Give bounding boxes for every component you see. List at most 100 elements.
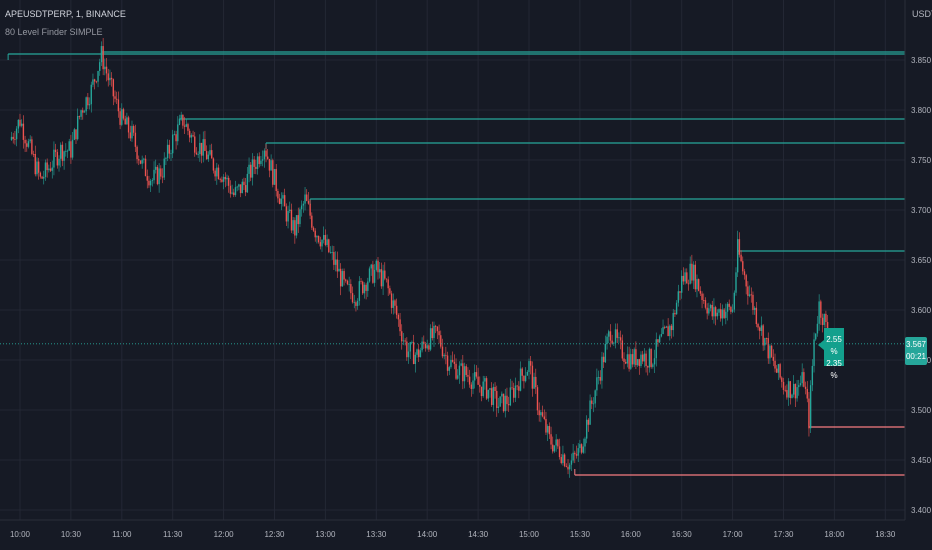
candle-body: [804, 386, 807, 389]
candle-body: [736, 239, 739, 273]
candle-body: [730, 306, 732, 312]
candle-body: [409, 342, 411, 352]
candle-body: [80, 110, 82, 117]
candle-body: [613, 342, 615, 344]
candle-body: [418, 349, 420, 358]
candle-body: [214, 170, 216, 177]
candle-body: [321, 239, 323, 247]
candle-body: [132, 126, 135, 133]
candle-body: [492, 386, 495, 405]
candle-body: [285, 206, 288, 222]
candle-body: [540, 412, 542, 416]
candle-body: [652, 364, 654, 367]
candle-body: [643, 353, 646, 362]
candle-body: [759, 327, 761, 331]
candle-body: [226, 177, 228, 180]
time-tick-label: 11:30: [163, 530, 183, 539]
candle-body: [535, 376, 537, 388]
candle-body: [314, 230, 316, 238]
candle-body: [92, 79, 94, 85]
candle-body: [499, 396, 501, 407]
candle-body: [699, 290, 702, 294]
candle-body: [608, 331, 610, 337]
candle-body: [273, 169, 276, 185]
candle-body: [811, 365, 814, 386]
candle-body: [638, 359, 640, 367]
candle-body: [716, 312, 719, 317]
candle-body: [399, 319, 401, 332]
candle-body: [679, 291, 681, 293]
candle-body: [665, 326, 668, 328]
candle-body: [295, 215, 298, 236]
candle-body: [43, 176, 45, 179]
candle-body: [591, 400, 593, 404]
candle-body: [523, 375, 525, 382]
candle-body: [460, 363, 462, 366]
candle-body: [653, 358, 656, 365]
candle-body: [346, 280, 349, 285]
candle-body: [41, 176, 43, 179]
candle-body: [674, 312, 676, 315]
candle-body: [743, 271, 746, 276]
current-price-value: 3.567: [905, 340, 927, 349]
candle-body: [170, 153, 172, 155]
candle-body: [211, 150, 213, 159]
candle-body: [129, 132, 131, 139]
symbol-title[interactable]: APEUSDTPERP, 1, BINANCE: [5, 9, 126, 19]
candle-body: [516, 385, 518, 387]
candle-body: [474, 372, 476, 381]
candle-body: [178, 118, 181, 125]
time-tick-label: 10:00: [10, 530, 31, 539]
candle-body: [672, 312, 674, 331]
candle-body: [536, 387, 539, 411]
candle-body: [365, 284, 367, 291]
price-chart[interactable]: 3.8503.8003.7503.7003.6503.6003.5503.500…: [0, 0, 932, 550]
candle-body: [221, 179, 223, 182]
candle-body: [531, 365, 534, 389]
candle-body: [601, 356, 603, 381]
candle-body: [533, 376, 535, 389]
time-tick-label: 15:30: [570, 530, 591, 539]
candle-body: [53, 149, 55, 168]
candle-body: [236, 186, 238, 188]
candle-body: [570, 460, 573, 465]
price-tick-label: 3.500: [911, 406, 932, 415]
candle-body: [669, 325, 671, 337]
candle-body: [227, 177, 230, 186]
candle-body: [731, 309, 734, 312]
time-tick-label: 14:30: [468, 530, 489, 539]
candle-body: [801, 372, 803, 384]
price-tick-label: 3.800: [911, 106, 932, 115]
candle-body: [229, 185, 232, 194]
candle-body: [22, 123, 25, 140]
candle-body: [345, 279, 347, 281]
candle-body: [696, 279, 698, 290]
candle-body: [217, 167, 220, 180]
candle-body: [485, 378, 488, 399]
candle-body: [163, 158, 165, 178]
candle-body: [799, 383, 802, 386]
candle-body: [414, 354, 417, 364]
candle-body: [781, 377, 783, 382]
candle-body: [557, 439, 559, 447]
candle-body: [694, 264, 696, 290]
time-tick-label: 11:00: [112, 530, 132, 539]
candle-body: [660, 334, 663, 337]
candle-body: [297, 215, 299, 225]
candle-body: [704, 300, 707, 308]
candle-body: [701, 293, 703, 301]
candle-body: [670, 325, 673, 331]
candle-body: [412, 342, 415, 364]
indicator-title[interactable]: 80 Level Finder SIMPLE: [5, 27, 103, 37]
candle-body: [742, 261, 744, 272]
candle-body: [282, 195, 284, 199]
candle-body: [238, 184, 240, 187]
candle-body: [747, 286, 749, 296]
candle-body: [195, 152, 198, 155]
countdown-value: 00:21: [905, 352, 927, 361]
price-tick-label: 3.400: [911, 506, 932, 515]
candle-body: [767, 338, 769, 359]
candle-body: [126, 117, 128, 125]
candle-body: [99, 62, 101, 71]
candle-body: [82, 110, 84, 113]
